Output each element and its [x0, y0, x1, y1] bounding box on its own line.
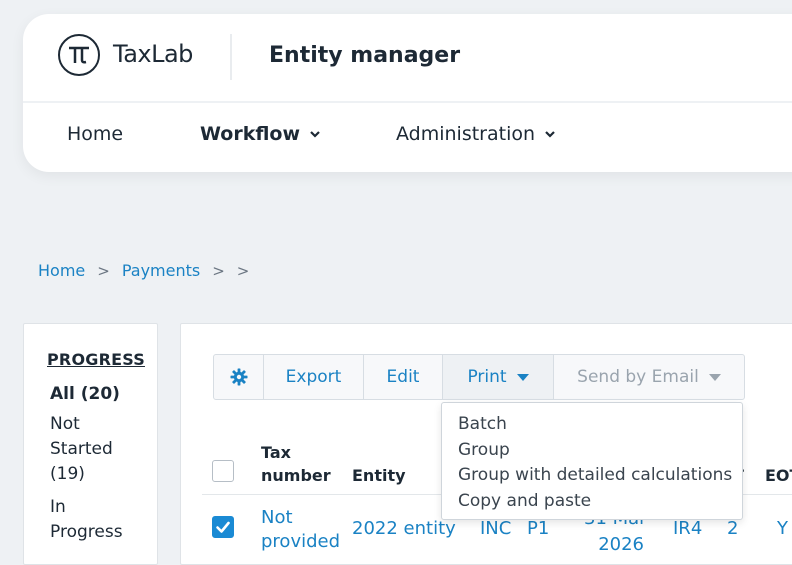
brand-divider [230, 34, 232, 80]
nav-home-label: Home [67, 123, 124, 145]
send-by-email-button: Send by Email [554, 355, 744, 399]
cell-due-date-line2: 2026 [598, 534, 644, 555]
chevron-down-icon [310, 131, 320, 138]
checkmark-icon [216, 521, 230, 533]
filter-in-progress-line2: Progress [50, 522, 123, 542]
filter-not-started-line1: Not [50, 414, 80, 434]
chevron-down-icon [545, 131, 555, 138]
column-header-eot[interactable]: EOT [765, 464, 792, 487]
print-menu-group[interactable]: Group [442, 438, 742, 464]
progress-filter-panel: PROGRESS All (20) Not Started (19) In Pr… [23, 323, 158, 565]
app-header: TaxLab Entity manager Home Workflow Admi… [23, 14, 792, 172]
print-button[interactable]: Print [443, 355, 554, 399]
cell-eot[interactable]: Y [777, 518, 788, 539]
tax-number-header-line2: number [261, 466, 331, 485]
filter-all[interactable]: All (20) [50, 382, 150, 407]
page-title: Entity manager [269, 43, 461, 68]
cell-count[interactable]: 2 [727, 518, 738, 539]
tax-number-header-line1: Tax [261, 443, 291, 462]
cell-tax-number-line1: Not [261, 507, 293, 528]
caret-down-icon [516, 373, 529, 381]
cell-type[interactable]: INC [480, 518, 511, 539]
nav-home[interactable]: Home [67, 123, 123, 145]
send-by-email-label: Send by Email [577, 367, 699, 387]
nav-administration-label: Administration [396, 123, 536, 145]
column-header-entity[interactable]: Entity [352, 464, 406, 487]
print-menu-copy-paste[interactable]: Copy and paste [442, 489, 742, 515]
select-all-checkbox[interactable] [212, 460, 234, 482]
export-button[interactable]: Export [264, 355, 364, 399]
taxlab-logo-icon[interactable] [58, 34, 100, 76]
action-toolbar: Export Edit Print Send by Email [213, 354, 745, 400]
print-button-label: Print [467, 367, 507, 387]
breadcrumb-payments[interactable]: Payments [122, 261, 200, 280]
edit-button[interactable]: Edit [364, 355, 443, 399]
filter-not-started[interactable]: Not Started (19) [50, 412, 150, 487]
breadcrumb-separator: > [97, 261, 110, 280]
cell-period[interactable]: P1 [527, 518, 549, 539]
filter-not-started-line3: (19) [50, 464, 85, 484]
breadcrumb-separator: > [212, 261, 225, 280]
cell-tax-number-line2: provided [261, 531, 341, 552]
gear-icon [230, 368, 247, 386]
cell-tax-number[interactable]: Not provided [261, 506, 340, 554]
column-header-tax-number[interactable]: Tax number [261, 441, 331, 487]
filter-in-progress-line1: In [50, 497, 66, 517]
brand-bar: TaxLab Entity manager [23, 14, 792, 103]
caret-down-icon [708, 373, 721, 381]
breadcrumb-home[interactable]: Home [38, 261, 85, 280]
nav-workflow-label: Workflow [200, 123, 301, 145]
settings-button[interactable] [214, 355, 264, 399]
breadcrumb-separator: > [236, 261, 250, 280]
nav-administration[interactable]: Administration [396, 123, 557, 145]
filter-in-progress[interactable]: In Progress [50, 495, 150, 545]
breadcrumb: Home > Payments > > [38, 261, 249, 280]
progress-title[interactable]: PROGRESS [47, 350, 145, 369]
cell-entity[interactable]: 2022 entity [352, 518, 456, 539]
print-menu-group-detailed[interactable]: Group with detailed calculations [442, 463, 742, 489]
row-checkbox[interactable] [212, 516, 234, 538]
main-nav: Home Workflow Administration [23, 103, 792, 172]
filter-not-started-line2: Started [50, 439, 113, 459]
logo-text: TaxLab [113, 40, 193, 68]
print-dropdown-menu: Batch Group Group with detailed calculat… [441, 402, 743, 520]
nav-workflow[interactable]: Workflow [200, 123, 322, 145]
cell-form[interactable]: IR4 [673, 518, 702, 539]
print-menu-batch[interactable]: Batch [442, 412, 742, 438]
